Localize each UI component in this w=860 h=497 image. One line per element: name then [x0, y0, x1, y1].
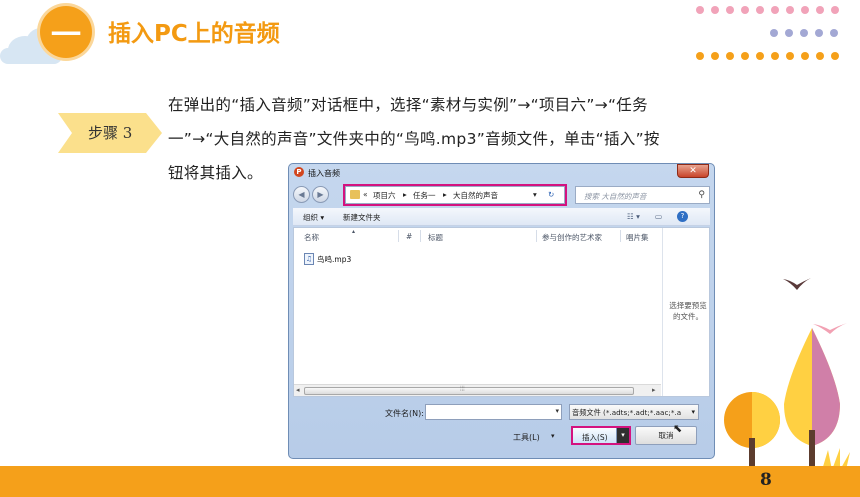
file-type-value: 音频文件 (*.adts;*.adt;*.aac;*.a [572, 408, 682, 417]
address-highlight-box [343, 184, 567, 206]
chevron-down-icon[interactable]: ▾ [691, 408, 695, 416]
list-item[interactable]: ♫ 鸟鸣.mp3 [304, 252, 351, 266]
column-divider[interactable] [620, 230, 621, 242]
insert-audio-dialog: P 插入音频 ✕ ◀ ▶ « 项目六 ▸ 任务一 ▸ 大自然的声音 ▾ ↻ 搜索… [288, 163, 715, 459]
tools-dropdown-icon[interactable]: ▾ [551, 432, 555, 440]
column-header-album[interactable]: 唱片集 [626, 232, 649, 243]
audio-file-icon: ♫ [304, 253, 314, 265]
column-header-name[interactable]: 名称 [304, 232, 319, 243]
scroll-right-icon[interactable]: ▸ [652, 386, 656, 394]
column-divider[interactable] [420, 230, 421, 242]
preview-pane-icon[interactable]: ▭ [655, 212, 662, 221]
insert-split-arrow[interactable]: ▾ [616, 428, 629, 443]
section-number-badge: 一 [40, 6, 92, 58]
instruction-line-1: 在弹出的“插入音频”对话框中，选择“素材与实例”→“项目六”→“任务 [168, 96, 648, 114]
page-number: 8 [760, 470, 772, 490]
file-name: 鸟鸣.mp3 [317, 254, 352, 264]
filename-dropdown-icon[interactable]: ▾ [555, 407, 559, 415]
forward-button[interactable]: ▶ [312, 186, 329, 203]
insert-button-label: 插入(S) [582, 433, 608, 442]
scroll-left-icon[interactable]: ◂ [296, 386, 300, 394]
footer-bar [0, 466, 860, 497]
new-folder-button[interactable]: 新建文件夹 [343, 212, 381, 223]
dots-row-pink [696, 6, 839, 14]
preview-message: 选择要预览的文件。 [669, 301, 707, 321]
search-icon[interactable]: ⚲ [698, 190, 705, 200]
column-divider[interactable] [536, 230, 537, 242]
filename-input[interactable]: ▾ [425, 404, 562, 420]
back-button[interactable]: ◀ [293, 186, 310, 203]
powerpoint-icon: P [294, 167, 304, 177]
column-header-title[interactable]: 标题 [428, 232, 443, 243]
navigation-row: ◀ ▶ « 项目六 ▸ 任务一 ▸ 大自然的声音 ▾ ↻ 搜索 大自然的声音 ⚲ [293, 184, 710, 206]
file-type-select[interactable]: 音频文件 (*.adts;*.adt;*.aac;*.a ▾ [569, 404, 699, 420]
column-header-artist[interactable]: 参与创作的艺术家 [542, 232, 602, 243]
step-label: 步骤 3 [88, 124, 133, 142]
dots-row-purple [770, 29, 838, 37]
dialog-title: 插入音频 [308, 169, 340, 178]
scrollbar-thumb[interactable]: ⦙⦙⦙ [304, 385, 634, 395]
step-badge: 步骤 3 [58, 113, 162, 153]
instruction-line-2: 一”→“大自然的声音”文件夹中的“鸟鸣.mp3”音频文件，单击“插入”按 [168, 130, 660, 148]
bird-dark-icon [783, 278, 811, 290]
filename-label: 文件名(N): [385, 409, 424, 418]
section-title: 插入PC上的音频 [108, 21, 280, 47]
column-divider[interactable] [398, 230, 399, 242]
dialog-toolbar: 组织 ▾ 新建文件夹 ☷ ▾ ▭ ? [293, 208, 710, 226]
organize-menu[interactable]: 组织 ▾ [303, 212, 324, 223]
close-button[interactable]: ✕ [677, 164, 709, 178]
help-icon[interactable]: ? [677, 211, 688, 222]
dots-row-orange [696, 52, 839, 60]
preview-pane: 选择要预览的文件。 [662, 228, 710, 396]
mouse-cursor-icon: ⬉ [673, 422, 683, 435]
cancel-button[interactable]: 取消 [635, 426, 697, 445]
horizontal-scrollbar[interactable]: ◂ ⦙⦙⦙ ▸ [294, 384, 661, 396]
column-header-number[interactable]: # [406, 232, 412, 241]
grip-icon: ⦙⦙⦙ [460, 385, 465, 393]
view-options-icon[interactable]: ☷ ▾ [627, 212, 640, 221]
search-placeholder: 搜索 大自然的声音 [584, 192, 647, 201]
trees-illustration [724, 328, 850, 470]
tools-menu[interactable]: 工具(L) [513, 432, 540, 443]
sort-arrow-icon: ▴ [352, 228, 356, 235]
file-list-pane[interactable]: 名称 ▴ # 标题 参与创作的艺术家 唱片集 ♫ 鸟鸣.mp3 选择要预览的文件… [293, 227, 710, 397]
search-input[interactable]: 搜索 大自然的声音 ⚲ [575, 186, 710, 204]
insert-button[interactable]: 插入(S) ▾ [571, 426, 631, 445]
dialog-titlebar[interactable]: P 插入音频 ✕ [289, 164, 714, 182]
